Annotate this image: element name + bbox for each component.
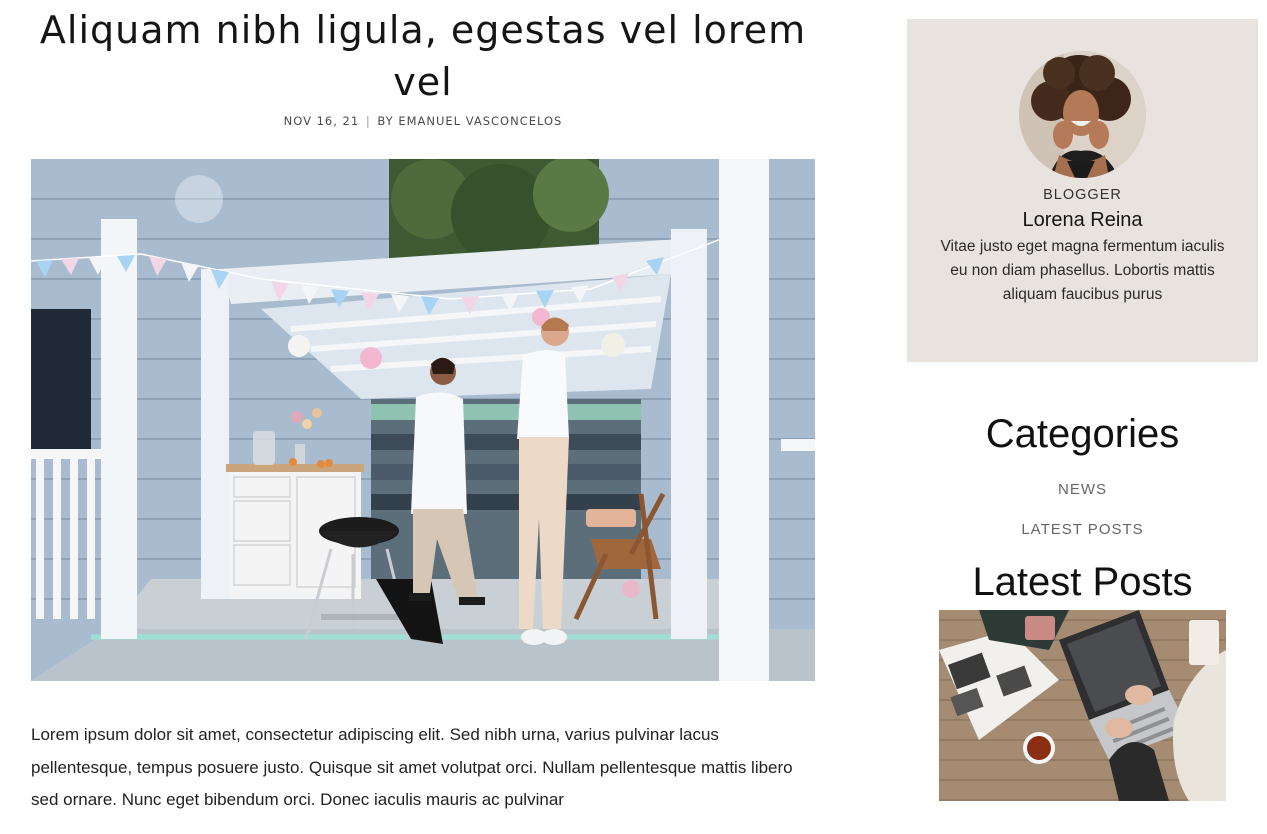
author-name: Lorena Reina xyxy=(1022,209,1143,231)
categories-title: Categories xyxy=(985,412,1180,456)
latest-post-thumbnail[interactable] xyxy=(939,610,1226,801)
meta-separator: | xyxy=(365,114,371,128)
author-bio: Vitae justo eget magna fermentum iaculis… xyxy=(940,238,1225,303)
categories-list: NEWS LATEST POSTS xyxy=(907,480,1258,560)
featured-image xyxy=(31,159,815,681)
blog-post-page: Aliquam nibh ligula, egestas vel lorem v… xyxy=(0,0,1267,834)
post-body: Lorem ipsum dolor sit amet, consectetur … xyxy=(31,719,815,817)
post-date[interactable]: NOV 16, 21 xyxy=(284,114,360,128)
post-author[interactable]: BY EMANUEL VASCONCELOS xyxy=(377,114,562,128)
post-meta: NOV 16, 21 | BY EMANUEL VASCONCELOS xyxy=(31,114,815,128)
author-box: BLOGGER Lorena Reina Vitae justo eget ma… xyxy=(907,19,1258,362)
post-paragraph: Lorem ipsum dolor sit amet, consectetur … xyxy=(31,725,793,809)
post-title: Aliquam nibh ligula, egestas vel lorem v… xyxy=(39,8,807,104)
latest-posts-title: Latest Posts xyxy=(972,560,1193,604)
article: Aliquam nibh ligula, egestas vel lorem v… xyxy=(31,0,815,809)
category-link-news[interactable]: NEWS xyxy=(907,480,1258,520)
author-avatar xyxy=(1019,51,1146,178)
author-role: BLOGGER xyxy=(1043,187,1122,203)
category-link-latest-posts[interactable]: LATEST POSTS xyxy=(907,520,1258,560)
